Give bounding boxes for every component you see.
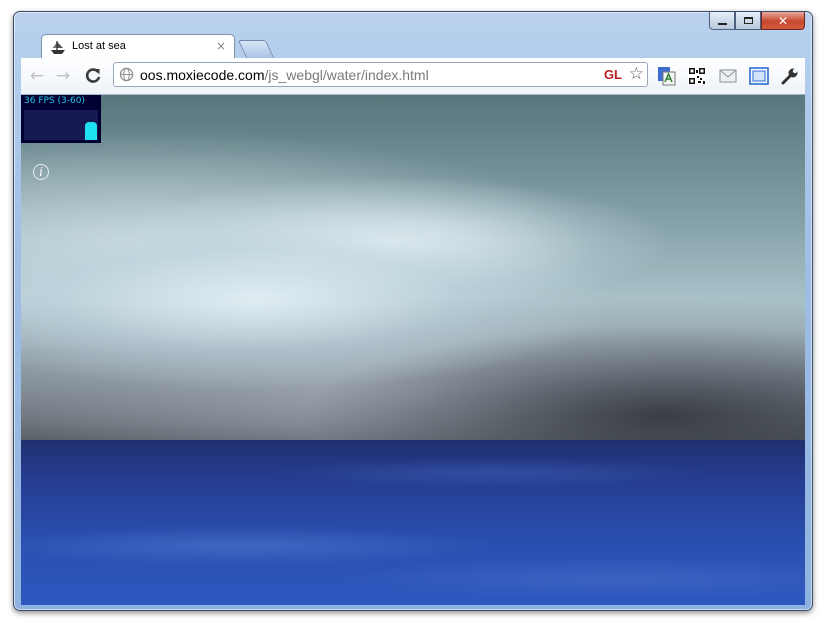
info-icon[interactable]: i — [33, 164, 49, 180]
webgl-ocean-scene[interactable]: 36 FPS (3-60) i — [21, 95, 805, 605]
url-path: /js_webgl/water/index.html — [264, 67, 429, 83]
browser-window: ✕ Lost at sea × ← → oos.moxiecode.com/js… — [13, 11, 813, 611]
maximize-icon — [743, 17, 753, 24]
qr-code-icon[interactable] — [686, 65, 708, 87]
mail-icon[interactable] — [717, 65, 739, 87]
new-tab-button[interactable] — [237, 40, 275, 58]
ship-favicon-icon — [51, 41, 65, 54]
close-icon: ✕ — [777, 13, 789, 28]
bookmark-star-icon[interactable]: ☆ — [629, 64, 644, 84]
tab-lost-at-sea[interactable]: Lost at sea × — [41, 34, 235, 59]
back-arrow-icon[interactable]: ← — [28, 67, 46, 85]
close-window-button[interactable]: ✕ — [761, 12, 805, 30]
wrench-icon[interactable] — [779, 65, 801, 87]
translate-icon[interactable] — [655, 65, 677, 87]
reload-icon[interactable] — [84, 67, 102, 85]
reload-arrow-icon — [85, 68, 101, 83]
webgl-badge[interactable]: GL — [604, 67, 622, 82]
fullscreen-icon[interactable] — [748, 65, 770, 87]
minimize-icon — [717, 22, 727, 25]
fps-graph — [24, 110, 98, 140]
qr-code-icon-graphic — [688, 67, 706, 85]
wrench-icon-graphic — [781, 68, 798, 85]
browser-toolbar: ← → oos.moxiecode.com/js_webgl/water/ind… — [21, 58, 805, 95]
translate-icon-graphic — [658, 67, 676, 86]
window-controls: ✕ — [709, 12, 805, 32]
maximize-button[interactable] — [735, 12, 761, 30]
url-text: oos.moxiecode.com/js_webgl/water/index.h… — [140, 67, 429, 83]
fps-stats-panel: 36 FPS (3-60) — [21, 95, 101, 143]
tab-title: Lost at sea — [72, 40, 126, 52]
tab-close-icon[interactable]: × — [216, 39, 226, 53]
fps-bar — [85, 122, 97, 140]
forward-arrow-icon[interactable]: → — [54, 67, 72, 85]
fps-readout: 36 FPS (3-60) — [24, 96, 85, 106]
minimize-button[interactable] — [709, 12, 735, 30]
url-host: oos.moxiecode.com — [140, 67, 265, 83]
mail-icon-graphic — [719, 69, 737, 83]
fullscreen-icon-graphic — [749, 67, 769, 85]
globe-icon — [119, 67, 134, 82]
address-bar[interactable]: oos.moxiecode.com/js_webgl/water/index.h… — [113, 62, 648, 87]
